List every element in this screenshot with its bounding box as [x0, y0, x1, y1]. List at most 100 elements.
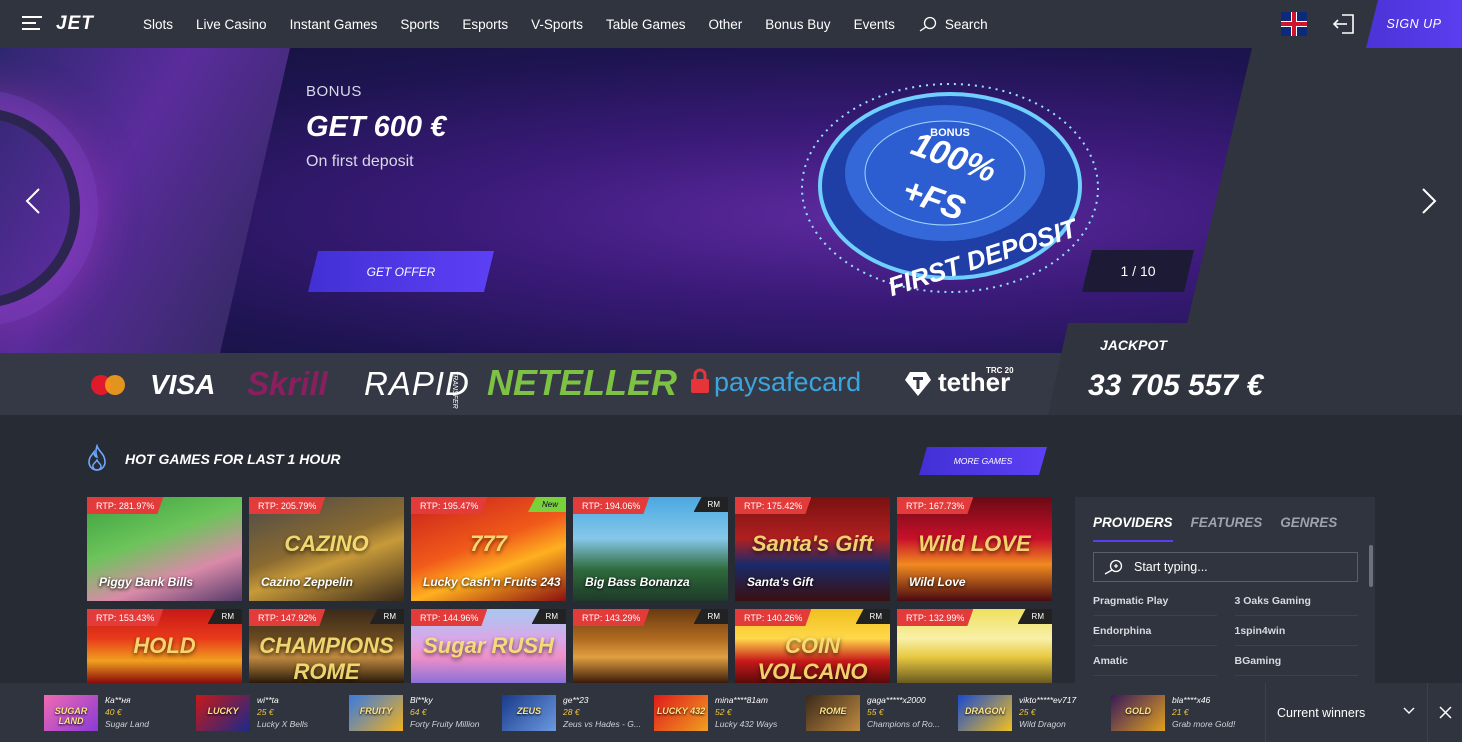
provider-item[interactable]: Endorphina: [1093, 616, 1217, 646]
rtp-badge: RTP: 195.47%: [411, 497, 487, 514]
banner-pager: 1 / 10: [1082, 250, 1194, 292]
provider-search-input[interactable]: [1134, 560, 1354, 574]
game-card[interactable]: CHAMPIONS ROME RTP: 147.92% RM: [249, 609, 404, 683]
game-card[interactable]: CAZINO RTP: 205.79% Cazino Zeppelin: [249, 497, 404, 601]
game-card[interactable]: HOLD RTP: 153.43% RM: [87, 609, 242, 683]
rtp-badge: RTP: 194.06%: [573, 497, 649, 514]
winner-game-logo-text: GOLD: [1125, 706, 1151, 716]
current-winners-toggle[interactable]: Current winners: [1265, 683, 1427, 742]
provider-item[interactable]: 3 Oaks Gaming: [1234, 586, 1358, 616]
game-title: Wild Love: [909, 575, 966, 589]
banner-eyebrow: BONUS: [306, 83, 362, 100]
game-logo-text: Santa's Gift: [751, 531, 874, 556]
banner-roulette-art: [0, 48, 290, 353]
tab-genres[interactable]: GENRES: [1280, 515, 1337, 542]
winner-game: Grab more Gold!: [1172, 719, 1236, 729]
language-flag-icon[interactable]: [1281, 12, 1307, 36]
payment-tether-trc20: TRC 20: [986, 366, 1014, 375]
nav-esports[interactable]: Esports: [462, 17, 508, 32]
signup-button[interactable]: SIGN UP: [1366, 0, 1462, 48]
jackpot-label: JACKPOT: [1100, 337, 1167, 353]
game-card[interactable]: RTP: 281.97% Piggy Bank Bills: [87, 497, 242, 601]
search-label: Search: [944, 16, 988, 32]
provider-search-field[interactable]: [1093, 552, 1358, 582]
game-card[interactable]: 777 RTP: 195.47% New Lucky Cash'n Fruits 24…: [411, 497, 566, 601]
current-winners-label: Current winners: [1277, 705, 1366, 720]
main-nav: Slots Live Casino Instant Games Sports E…: [143, 0, 1011, 48]
provider-item[interactable]: Pragmatic Play: [1093, 586, 1217, 616]
winner-username: Ка**ня: [105, 695, 131, 705]
rtp-badge: RTP: 147.92%: [249, 609, 325, 626]
current-winners-bar: SUGAR LAND Ка**ня 40 € Sugar Land LUCKY wi**t…: [0, 683, 1462, 742]
lock-icon: [690, 368, 710, 394]
get-offer-button[interactable]: GET OFFER: [308, 251, 494, 292]
game-logo-text: CHAMPIONS ROME: [259, 633, 394, 683]
rtp-badge: RTP: 132.99%: [897, 609, 973, 626]
close-winners-button[interactable]: [1427, 683, 1462, 742]
game-title: Cazino Zeppelin: [261, 575, 354, 589]
winner-username: bla****x46: [1172, 695, 1211, 705]
game-card[interactable]: COIN VOLCANO RTP: 140.26% RM: [735, 609, 890, 683]
winner-game-thumbnail: DRAGON: [958, 695, 1012, 731]
game-card[interactable]: RTP: 194.06% RM Big Bass Bonanza: [573, 497, 728, 601]
nav-other[interactable]: Other: [709, 17, 743, 32]
winner-username: gaga*****x2000: [867, 695, 926, 705]
payment-rapid-transfer: TRANSFER: [451, 371, 458, 409]
winner-game-logo-text: ROME: [819, 706, 847, 716]
menu-icon[interactable]: [22, 16, 42, 32]
winner-amount: 40 €: [105, 707, 122, 717]
logo[interactable]: JET: [56, 13, 94, 35]
game-card[interactable]: Santa's Gift RTP: 175.42% Santa's Gift: [735, 497, 890, 601]
game-card[interactable]: RTP: 132.99% RM: [897, 609, 1052, 683]
winner-username: Bl**ky: [410, 695, 433, 705]
provider-list: Pragmatic Play 3 Oaks Gaming Endorphina …: [1093, 586, 1358, 676]
nav-table-games[interactable]: Table Games: [606, 17, 686, 32]
payment-methods-strip: VISA Skrill RAPID TRANSFER NETELLER pays…: [0, 353, 1065, 415]
game-title: Piggy Bank Bills: [99, 575, 194, 589]
provider-list-scrollbar[interactable]: [1369, 545, 1373, 587]
banner-title: GET 600 €: [306, 111, 447, 143]
provider-item[interactable]: Amatic: [1093, 646, 1217, 676]
jackpot-panel: JACKPOT 33 705 557 €: [1048, 323, 1462, 415]
more-games-button[interactable]: MORE GAMES: [919, 447, 1047, 475]
hot-games-title: HOT GAMES FOR LAST 1 HOUR: [125, 451, 341, 467]
providers-panel: PROVIDERS FEATURES GENRES Pragmatic Play…: [1075, 497, 1375, 683]
payment-skrill: Skrill: [247, 365, 328, 402]
game-card[interactable]: RTP: 143.29% RM: [573, 609, 728, 683]
winner-username: vikto*****ev717: [1019, 695, 1077, 705]
rtp-badge: RTP: 281.97%: [87, 497, 163, 514]
tab-features[interactable]: FEATURES: [1191, 515, 1263, 542]
winner-game-thumbnail: LUCKY: [196, 695, 250, 731]
search-icon: [919, 16, 936, 32]
game-logo-text: HOLD: [133, 633, 196, 658]
winner-game-thumbnail: ZEUS: [502, 695, 556, 731]
nav-bonus-buy[interactable]: Bonus Buy: [765, 17, 830, 32]
game-logo-text: 777: [470, 531, 507, 556]
nav-v-sports[interactable]: V-Sports: [531, 17, 583, 32]
rtp-badge: RTP: 153.43%: [87, 609, 163, 626]
rtp-badge: RTP: 205.79%: [249, 497, 325, 514]
winner-game: Forty Fruity Million: [410, 719, 480, 729]
nav-live-casino[interactable]: Live Casino: [196, 17, 267, 32]
game-card[interactable]: Sugar RUSH RTP: 144.96% RM: [411, 609, 566, 683]
winner-game-thumbnail: FRUITY: [349, 695, 403, 731]
login-icon[interactable]: [1332, 12, 1356, 36]
tab-providers[interactable]: PROVIDERS: [1093, 515, 1173, 542]
chevron-left-icon[interactable]: [25, 188, 41, 214]
chevron-down-icon: [1403, 707, 1415, 714]
provider-item[interactable]: BGaming: [1234, 646, 1358, 676]
winner-game: Zeus vs Hades - G...: [563, 719, 641, 729]
chevron-right-icon[interactable]: [1421, 188, 1437, 214]
winner-game: Champions of Ro...: [867, 719, 940, 729]
provider-item[interactable]: 1spin4win: [1234, 616, 1358, 646]
rtp-badge: RTP: 143.29%: [573, 609, 649, 626]
winner-game-logo-text: SUGAR LAND: [54, 706, 88, 726]
nav-events[interactable]: Events: [854, 17, 895, 32]
nav-instant-games[interactable]: Instant Games: [290, 17, 378, 32]
nav-slots[interactable]: Slots: [143, 17, 173, 32]
nav-search[interactable]: Search: [918, 16, 988, 32]
game-card[interactable]: Wild LOVE RTP: 167.73% Wild Love: [897, 497, 1052, 601]
bonus-coin-graphic: BONUS 100% +FS FIRST DEPOSIT: [801, 83, 1099, 298]
winner-amount: 28 €: [563, 707, 580, 717]
nav-sports[interactable]: Sports: [400, 17, 439, 32]
